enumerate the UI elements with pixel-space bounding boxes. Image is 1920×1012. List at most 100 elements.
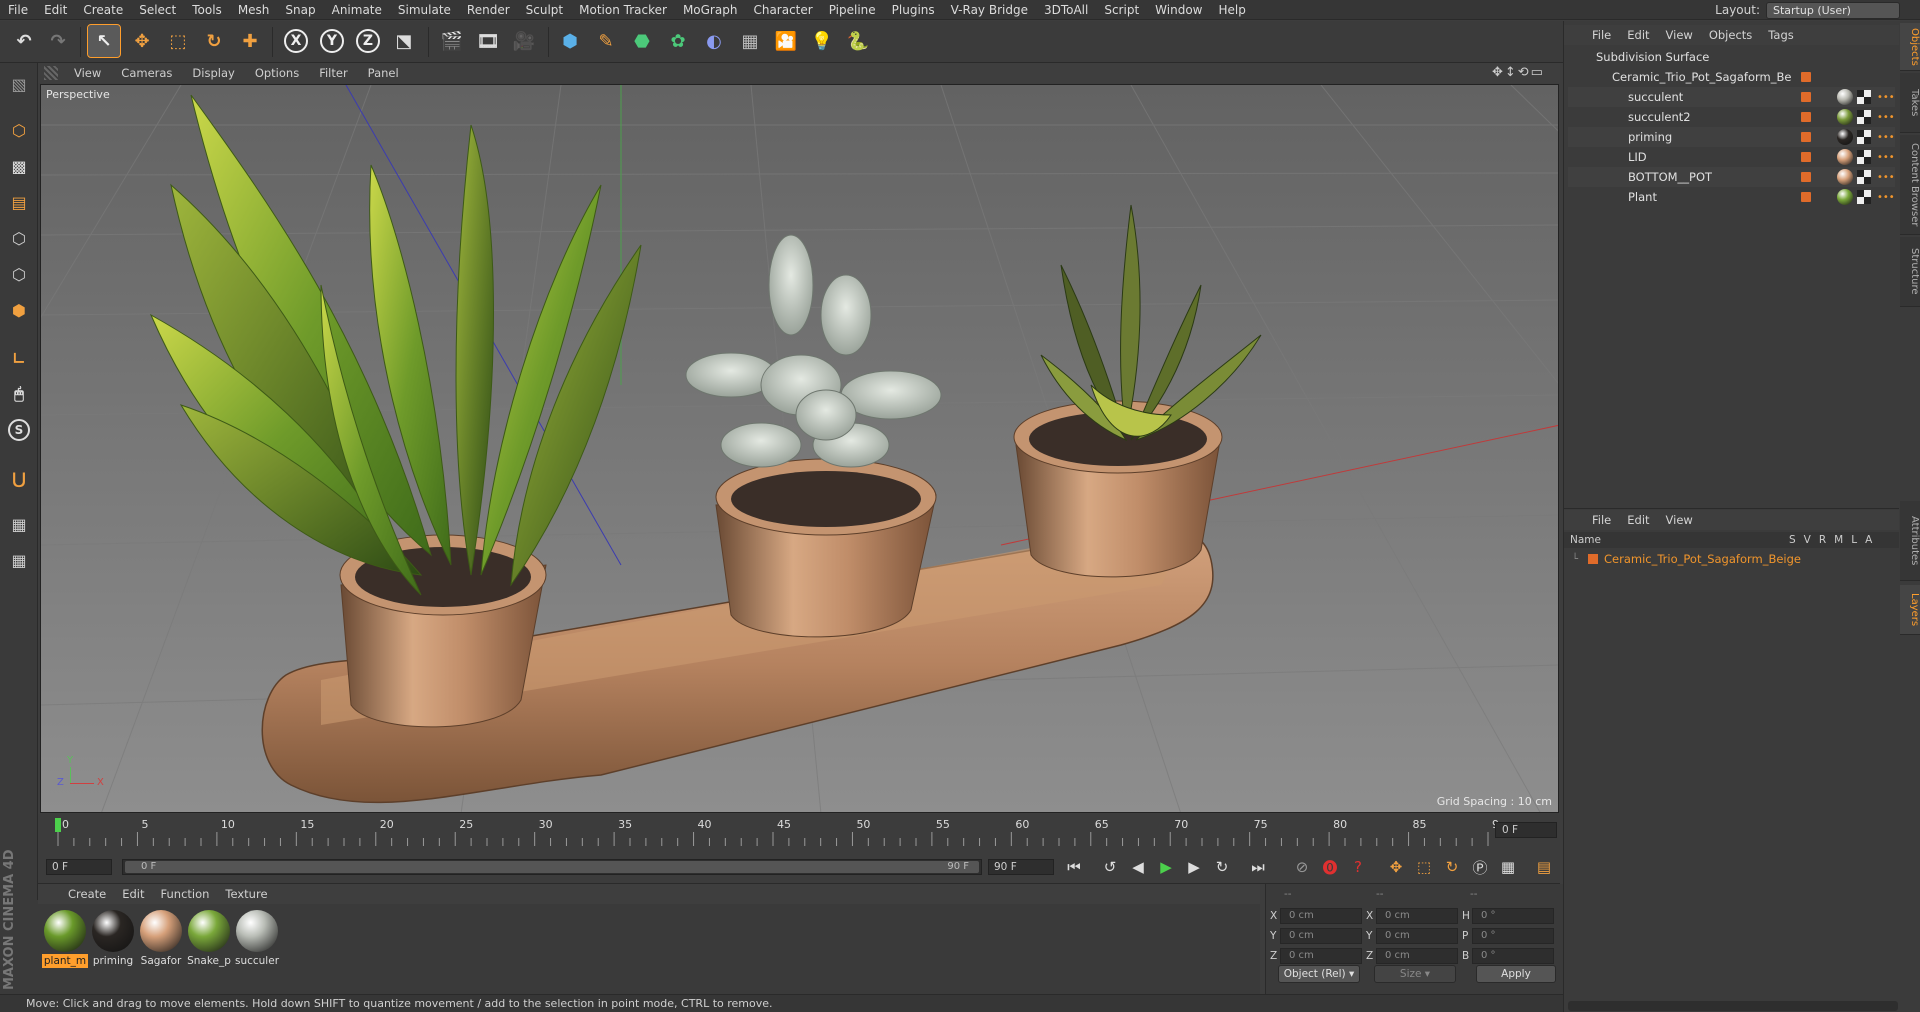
rotation-p-field[interactable]: 0 ° <box>1472 928 1554 944</box>
menu-v-ray-bridge[interactable]: V-Ray Bridge <box>943 3 1036 17</box>
scale-y-field[interactable]: 0 cm <box>1376 928 1458 944</box>
menu-mograph[interactable]: MoGraph <box>675 3 746 17</box>
viewport-menu-display[interactable]: Display <box>182 66 244 80</box>
last-tool-button[interactable]: ✚ <box>234 25 266 57</box>
viewport-menu-panel[interactable]: Panel <box>358 66 409 80</box>
objects-menu-objects[interactable]: Objects <box>1701 28 1760 42</box>
pen-spline-button[interactable]: ✎ <box>590 25 622 57</box>
texture-tag-icon[interactable] <box>1857 190 1871 204</box>
deformer-button[interactable]: ◐ <box>698 25 730 57</box>
menu-tools[interactable]: Tools <box>184 3 230 17</box>
side-tab-attributes[interactable]: Attributes <box>1900 501 1920 581</box>
key-pla-button[interactable]: ▦ <box>1496 856 1520 878</box>
menu-script[interactable]: Script <box>1096 3 1147 17</box>
material-menu-function[interactable]: Function <box>153 887 218 901</box>
current-frame-field[interactable]: 0 F <box>1495 822 1557 838</box>
menu-select[interactable]: Select <box>131 3 184 17</box>
apply-button[interactable]: Apply <box>1476 965 1556 983</box>
material-swatch[interactable]: plant_m <box>42 908 88 968</box>
object-row[interactable]: priming ••• <box>1568 127 1895 147</box>
key-parameter-button[interactable]: Ⓟ <box>1468 856 1492 878</box>
material-tag-thumb[interactable] <box>1837 189 1853 205</box>
next-key-button[interactable]: ↻ <box>1210 856 1234 878</box>
layers-menu-file[interactable]: File <box>1584 513 1619 527</box>
coordinate-mode-select[interactable]: Object (Rel) ▾ <box>1278 965 1360 983</box>
material-tag-thumb[interactable] <box>1837 109 1853 125</box>
side-tab-content-browser[interactable]: Content Browser <box>1900 135 1920 235</box>
material-tag-thumb[interactable] <box>1837 149 1853 165</box>
next-frame-button[interactable]: ▶ <box>1182 856 1206 878</box>
key-rotation-button[interactable]: ↻ <box>1440 856 1464 878</box>
redo-button[interactable]: ↷ <box>42 25 74 57</box>
menu-edit[interactable]: Edit <box>36 3 75 17</box>
workplane-mode-button[interactable]: ▤ <box>4 187 34 217</box>
axis-mode-button[interactable]: ∟ <box>4 343 34 373</box>
objects-menu-file[interactable]: File <box>1584 28 1619 42</box>
material-swatch[interactable]: priming <box>90 908 136 968</box>
render-settings-button[interactable]: 🎥 <box>508 25 540 57</box>
viewport-menu-filter[interactable]: Filter <box>309 66 357 80</box>
material-swatch[interactable]: Sagafor <box>138 908 184 968</box>
preview-range-slider[interactable]: 0 F 90 F <box>122 859 982 875</box>
menu-window[interactable]: Window <box>1147 3 1210 17</box>
z-axis-button[interactable]: Z <box>352 25 384 57</box>
end-frame-field[interactable]: 90 F <box>988 859 1054 875</box>
texture-mode-button[interactable]: ▩ <box>4 151 34 181</box>
texture-tag-icon[interactable] <box>1857 110 1871 124</box>
object-row[interactable]: succulent ••• <box>1568 87 1895 107</box>
prev-key-button[interactable]: ↺ <box>1098 856 1122 878</box>
side-tab-takes[interactable]: Takes <box>1900 73 1920 133</box>
layout-select[interactable]: Startup (User) <box>1766 1 1900 19</box>
menu-file[interactable]: File <box>0 3 36 17</box>
material-swatch[interactable]: Snake_p <box>186 908 232 968</box>
object-row[interactable]: Plant ••• <box>1568 187 1895 207</box>
texture-tag-icon[interactable] <box>1857 150 1871 164</box>
subdivision-button[interactable]: ⬣ <box>626 25 658 57</box>
texture-tag-icon[interactable] <box>1857 130 1871 144</box>
points-mode-button[interactable]: ⬡ <box>4 223 34 253</box>
menu-sculpt[interactable]: Sculpt <box>518 3 571 17</box>
viewport-menu-view[interactable]: View <box>64 66 111 80</box>
floor-button[interactable]: ▦ <box>734 25 766 57</box>
camera-button[interactable]: 🎦 <box>770 25 802 57</box>
y-axis-button[interactable]: Y <box>316 25 348 57</box>
object-row[interactable]: BOTTOM__POT ••• <box>1568 167 1895 187</box>
render-picture-viewer-button[interactable]: 🎞 <box>472 25 504 57</box>
timeline-window-button[interactable]: ▤ <box>1532 856 1556 878</box>
menu-render[interactable]: Render <box>459 3 518 17</box>
material-menu-texture[interactable]: Texture <box>217 887 275 901</box>
menu-simulate[interactable]: Simulate <box>390 3 459 17</box>
menu-animate[interactable]: Animate <box>324 3 390 17</box>
rotation-h-field[interactable]: 0 ° <box>1472 908 1554 924</box>
light-button[interactable]: 💡 <box>806 25 838 57</box>
menu-mesh[interactable]: Mesh <box>230 3 278 17</box>
tweak-mode-button[interactable]: 🖱 <box>4 379 34 409</box>
material-menu-create[interactable]: Create <box>60 887 114 901</box>
viewport-nav-icons[interactable]: ✥↕⟲▭ <box>1492 65 1545 80</box>
material-tag-thumb[interactable] <box>1837 89 1853 105</box>
texture-tag-icon[interactable] <box>1857 170 1871 184</box>
edges-mode-button[interactable]: ⬡ <box>4 259 34 289</box>
key-position-button[interactable]: ✥ <box>1384 856 1408 878</box>
render-view-button[interactable]: 🎬 <box>436 25 468 57</box>
timeline[interactable]: 051015202530354045505560657075808590 0 F <box>38 814 1560 850</box>
scale-z-field[interactable]: 0 cm <box>1376 948 1458 964</box>
rotate-tool-button[interactable]: ↻ <box>198 25 230 57</box>
menu-plugins[interactable]: Plugins <box>884 3 943 17</box>
layers-menu-view[interactable]: View <box>1658 513 1701 527</box>
start-frame-field[interactable]: 0 F <box>46 859 112 875</box>
layers-menu-edit[interactable]: Edit <box>1619 513 1657 527</box>
play-button[interactable]: ▶ <box>1154 856 1178 878</box>
object-row[interactable]: succulent2 ••• <box>1568 107 1895 127</box>
grid-clock-button[interactable]: ▦ <box>4 545 34 575</box>
position-y-field[interactable]: 0 cm <box>1280 928 1362 944</box>
undo-button[interactable]: ↶ <box>8 25 40 57</box>
go-to-start-button[interactable]: ⏮ <box>1062 856 1086 878</box>
x-axis-button[interactable]: X <box>280 25 312 57</box>
prev-frame-button[interactable]: ◀ <box>1126 856 1150 878</box>
viewport-menu-options[interactable]: Options <box>245 66 309 80</box>
material-tag-thumb[interactable] <box>1837 169 1853 185</box>
menu-3dtoall[interactable]: 3DToAll <box>1036 3 1096 17</box>
object-row[interactable]: Ceramic_Trio_Pot_Sagaform_Beige <box>1568 67 1895 87</box>
menu-create[interactable]: Create <box>75 3 131 17</box>
